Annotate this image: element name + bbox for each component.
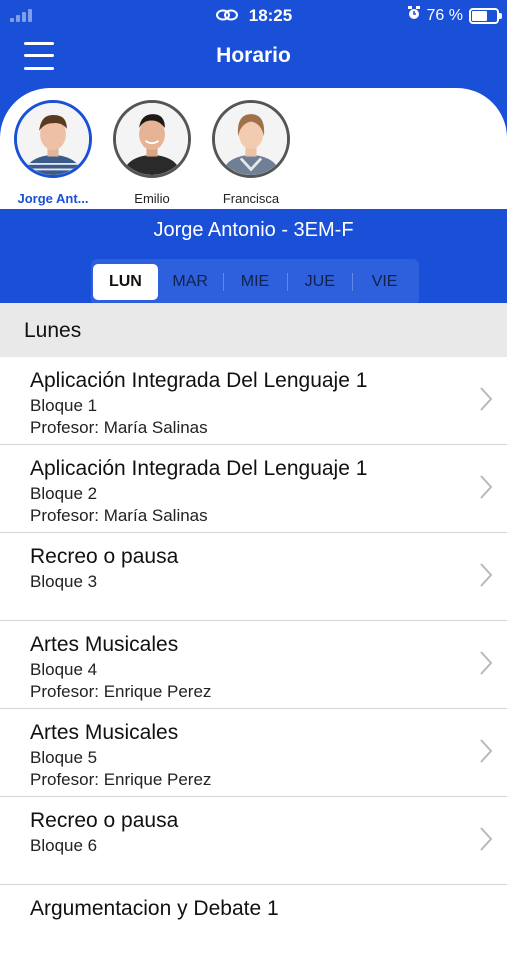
section-title: Lunes [24, 319, 82, 342]
class-teacher: Profesor: Enrique Perez [30, 770, 212, 789]
student-photo-icon [17, 103, 89, 175]
student-name: Francisca [222, 191, 280, 206]
class-title: Aplicación Integrada Del Lenguaje 1 [30, 457, 368, 480]
status-bar: 18:25 76 % [0, 0, 507, 30]
day-selector: LUN MAR MIE JUE VIE [91, 259, 419, 305]
class-title: Recreo o pausa [30, 809, 179, 832]
class-teacher: Profesor: María Salinas [30, 418, 208, 437]
students-selector: Jorge Ant... Emilio Francisca [0, 88, 507, 210]
schedule-row[interactable]: Argumentacion y Debate 1 [0, 885, 507, 972]
schedule-row[interactable]: Aplicación Integrada Del Lenguaje 1 Bloq… [0, 445, 507, 533]
avatar [113, 100, 191, 178]
day-tab-vie[interactable]: VIE [352, 264, 417, 300]
schedule-row[interactable]: Artes Musicales Bloque 5 Profesor: Enriq… [0, 709, 507, 797]
chevron-right-icon [480, 475, 493, 499]
day-tab-mar[interactable]: MAR [158, 264, 223, 300]
avatar [212, 100, 290, 178]
chevron-right-icon [480, 387, 493, 411]
schedule-row[interactable]: Aplicación Integrada Del Lenguaje 1 Bloq… [0, 357, 507, 445]
signal-icon [10, 8, 34, 22]
student-emilio[interactable]: Emilio [102, 100, 202, 206]
student-francisca[interactable]: Francisca [201, 100, 301, 206]
class-title: Aplicación Integrada Del Lenguaje 1 [30, 369, 368, 392]
class-block: Bloque 3 [30, 572, 98, 591]
class-block: Bloque 1 [30, 396, 98, 415]
schedule-row[interactable]: Recreo o pausa Bloque 3 [0, 533, 507, 621]
class-block: Bloque 6 [30, 836, 98, 855]
class-block: Bloque 4 [30, 660, 98, 679]
class-block: Bloque 5 [30, 748, 98, 767]
schedule-list: Aplicación Integrada Del Lenguaje 1 Bloq… [0, 357, 507, 972]
status-time: 18:25 [248, 6, 293, 25]
schedule-row[interactable]: Artes Musicales Bloque 4 Profesor: Enriq… [0, 621, 507, 709]
student-jorge[interactable]: Jorge Ant... [3, 100, 103, 206]
alarm-icon [407, 6, 421, 25]
class-title: Artes Musicales [30, 633, 179, 656]
status-time-group: 18:25 [216, 6, 292, 26]
chevron-right-icon [480, 651, 493, 675]
chevron-right-icon [480, 739, 493, 763]
student-photo-icon [215, 103, 287, 175]
student-name: Jorge Ant... [17, 191, 89, 206]
page-title: Horario [216, 44, 291, 67]
link-icon [216, 6, 238, 26]
student-photo-icon [116, 103, 188, 175]
day-tab-mie[interactable]: MIE [222, 264, 288, 300]
schedule-row[interactable]: Recreo o pausa Bloque 6 [0, 797, 507, 885]
class-title: Artes Musicales [30, 721, 179, 744]
class-block: Bloque 2 [30, 484, 98, 503]
class-title: Recreo o pausa [30, 545, 179, 568]
day-tab-jue[interactable]: JUE [287, 264, 352, 300]
class-teacher: Profesor: Enrique Perez [30, 682, 212, 701]
day-tab-lun[interactable]: LUN [93, 264, 158, 300]
battery-icon [469, 7, 502, 24]
chevron-right-icon [480, 827, 493, 851]
status-right: 76 % [407, 6, 502, 25]
avatar [14, 100, 92, 178]
class-title: Argumentacion y Debate 1 [30, 897, 279, 920]
course-label: Jorge Antonio - 3EM-F [153, 219, 354, 241]
student-name: Emilio [134, 191, 170, 206]
chevron-right-icon [480, 563, 493, 587]
class-teacher: Profesor: María Salinas [30, 506, 208, 525]
section-header: Lunes [0, 303, 507, 357]
battery-percent: 76 % [426, 6, 463, 24]
course-bar: Jorge Antonio - 3EM-F LUN MAR MIE JUE VI… [0, 209, 507, 305]
